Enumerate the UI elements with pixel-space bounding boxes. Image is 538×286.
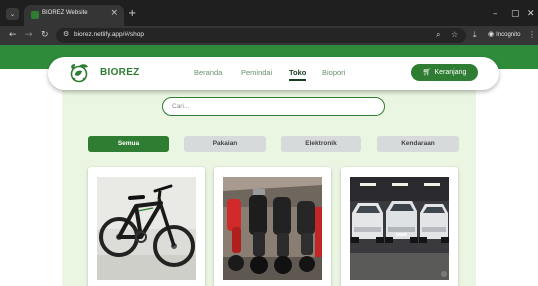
cars-photo	[350, 177, 449, 280]
zoom-icon[interactable]: ⌕	[436, 30, 440, 40]
close-icon[interactable]: ×	[110, 8, 118, 18]
incognito-label: Incognito	[496, 32, 521, 38]
back-icon[interactable]: ←	[9, 29, 17, 41]
tab-menu-icon[interactable]: ⌄	[6, 8, 19, 20]
nav-link-toko[interactable]: Toko	[289, 68, 306, 77]
cart-icon: 🛒︎	[422, 68, 432, 76]
maximize-icon[interactable]: ▢	[511, 9, 520, 19]
leaf-logo-icon[interactable]	[68, 62, 90, 84]
favicon-icon	[31, 11, 39, 19]
incognito-indicator[interactable]: ◉ Incognito	[488, 30, 520, 38]
cart-button[interactable]: 🛒︎ Keranjang	[411, 64, 478, 81]
minimize-icon[interactable]: –	[493, 9, 498, 19]
brand-name[interactable]: BIOREZ	[100, 67, 140, 78]
motorcycles-photo	[223, 177, 322, 280]
browser-tab-bar: ⌄ BIOREZ Website × + – ▢ ✕	[0, 0, 538, 26]
forward-icon[interactable]: →	[25, 29, 33, 41]
browser-toolbar: ← → ↻ ⚙ biorez.netlify.app/#/shop ⌕ ☆ ⤓ …	[0, 26, 538, 45]
product-card[interactable]	[214, 167, 331, 286]
product-card[interactable]	[341, 167, 458, 286]
nav-link-beranda[interactable]: Beranda	[194, 68, 222, 77]
filter-kendaraan[interactable]: Kendaraan	[377, 136, 459, 152]
download-icon[interactable]: ⤓	[473, 30, 477, 40]
site-navbar: BIOREZ Beranda Pemindai Toko Biopori 🛒︎ K…	[48, 57, 499, 90]
search-input[interactable]	[172, 101, 372, 112]
nav-link-biopori[interactable]: Biopori	[322, 68, 345, 77]
reload-icon[interactable]: ↻	[41, 29, 49, 41]
active-link-underline	[289, 79, 306, 81]
window-close-icon[interactable]: ✕	[527, 9, 535, 19]
plus-icon[interactable]: +	[128, 9, 136, 19]
search-box	[162, 97, 385, 116]
page-viewport: BIOREZ Beranda Pemindai Toko Biopori 🛒︎ K…	[0, 45, 538, 286]
browser-tab[interactable]: BIOREZ Website ×	[24, 5, 124, 26]
url-text[interactable]: biorez.netlify.app/#/shop	[74, 31, 144, 38]
star-icon[interactable]: ☆	[451, 30, 458, 39]
product-card[interactable]	[88, 167, 205, 286]
nav-link-pemindai[interactable]: Pemindai	[241, 68, 272, 77]
bicycle-photo	[97, 177, 196, 280]
filter-pakaian[interactable]: Pakaian	[184, 136, 266, 152]
more-icon[interactable]: ⋮	[528, 30, 536, 39]
address-bar[interactable]: ⚙ biorez.netlify.app/#/shop ⌕ ☆	[56, 28, 466, 43]
tab-title: BIOREZ Website	[42, 10, 88, 16]
incognito-icon: ◉	[488, 30, 495, 38]
site-info-icon[interactable]: ⚙	[63, 30, 69, 38]
cart-button-label: Keranjang	[434, 69, 467, 76]
filter-elektronik[interactable]: Elektronik	[281, 136, 361, 152]
filter-semua[interactable]: Semua	[88, 136, 169, 152]
